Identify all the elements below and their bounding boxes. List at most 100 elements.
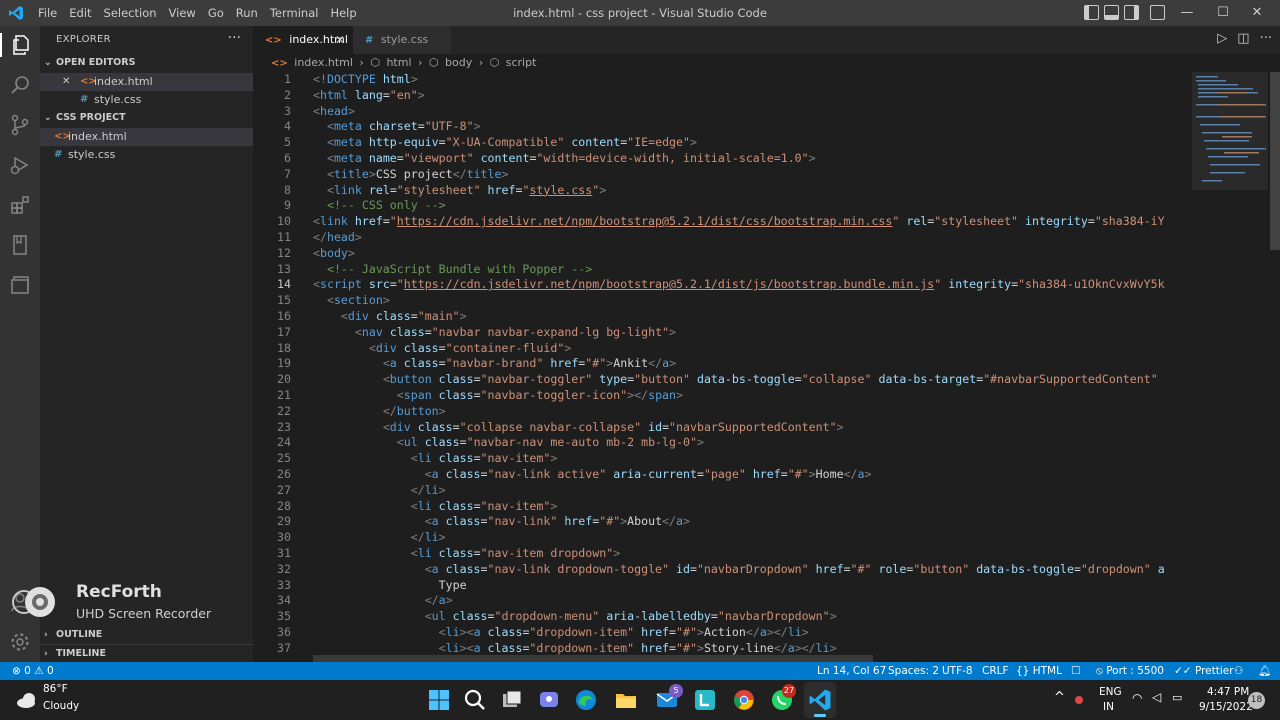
breadcrumb-body[interactable]: body: [445, 56, 472, 69]
code-line[interactable]: 21 <span class="navbar-toggler-icon"></s…: [253, 388, 1188, 404]
vscode-taskbar-button[interactable]: [804, 682, 836, 718]
timeline-header[interactable]: › TIMELINE: [40, 644, 253, 662]
recording-indicator-icon[interactable]: [1075, 696, 1083, 704]
indentation-status[interactable]: Spaces: 2: [888, 662, 939, 680]
code-line[interactable]: 26 <a class="nav-link active" aria-curre…: [253, 467, 1188, 483]
language-indicator-line1[interactable]: ENG: [1099, 686, 1122, 698]
weather-description[interactable]: Cloudy: [43, 700, 79, 712]
outline-header[interactable]: › OUTLINE: [40, 626, 253, 644]
cloudy-weather-icon[interactable]: [14, 688, 40, 712]
code-line[interactable]: 4 <meta charset="UTF-8">: [253, 119, 1188, 135]
tab-style-css[interactable]: # style.css: [353, 26, 451, 54]
clock-date[interactable]: 9/15/2022: [1199, 701, 1253, 713]
code-line[interactable]: 15 <section>: [253, 293, 1188, 309]
code-line[interactable]: 12 <body>: [253, 246, 1188, 262]
menu-file[interactable]: File: [32, 0, 63, 26]
code-line[interactable]: 27 </li>: [253, 483, 1188, 499]
edge-browser-icon[interactable]: [574, 688, 598, 712]
scrollbar-thumb[interactable]: [1270, 72, 1280, 250]
remote-explorer-activity[interactable]: [8, 273, 32, 297]
code-line[interactable]: 11 </head>: [253, 230, 1188, 246]
weather-temperature[interactable]: 86°F: [43, 683, 68, 695]
menu-help[interactable]: Help: [324, 0, 362, 26]
show-hidden-icons-chevron-up-icon[interactable]: ^: [1054, 690, 1065, 705]
menu-run[interactable]: Run: [230, 0, 264, 26]
code-line[interactable]: 2 <html lang="en">: [253, 88, 1188, 104]
bookmarks-activity[interactable]: [8, 233, 32, 257]
code-line[interactable]: 30 </li>: [253, 530, 1188, 546]
code-line[interactable]: 35 <ul class="dropdown-menu" aria-labell…: [253, 609, 1188, 625]
teams-chat-icon[interactable]: [537, 688, 561, 712]
menu-terminal[interactable]: Terminal: [264, 0, 325, 26]
language-status[interactable]: {} HTML: [1016, 662, 1062, 680]
more-actions-icon[interactable]: ···: [1260, 31, 1272, 46]
toggle-secondary-sidebar-icon[interactable]: [1124, 5, 1139, 20]
taskbar-search-icon[interactable]: [463, 688, 487, 712]
breadcrumb-html[interactable]: html: [386, 56, 411, 69]
open-editor-item[interactable]: ✕ <> index.html: [40, 73, 253, 91]
code-line[interactable]: 18 <div class="container-fluid">: [253, 341, 1188, 357]
code-line[interactable]: 17 <nav class="navbar navbar-expand-lg b…: [253, 325, 1188, 341]
code-line[interactable]: 13 <!-- JavaScript Bundle with Popper --…: [253, 262, 1188, 278]
close-window-button[interactable]: ✕: [1234, 0, 1280, 26]
code-line[interactable]: 34 </a>: [253, 593, 1188, 609]
notifications-bell-icon[interactable]: 🔔︎: [1258, 662, 1271, 680]
code-line[interactable]: 33 Type: [253, 578, 1188, 594]
code-line[interactable]: 23 <div class="collapse navbar-collapse"…: [253, 420, 1188, 436]
chrome-browser-icon[interactable]: [732, 688, 756, 712]
ledger-app-icon[interactable]: [693, 688, 717, 712]
explorer-more-actions[interactable]: ···: [228, 30, 241, 46]
notification-center-badge[interactable]: 18: [1248, 692, 1265, 709]
problems-status[interactable]: ⊗ 0 ⚠ 0: [12, 662, 54, 680]
code-line[interactable]: 36 <li><a class="dropdown-item" href="#"…: [253, 625, 1188, 641]
volume-icon[interactable]: ◁: [1152, 690, 1161, 704]
vscode-logo-icon[interactable]: [8, 5, 24, 21]
file-explorer-icon[interactable]: [614, 688, 638, 712]
file-tree-item[interactable]: # style.css: [40, 146, 253, 164]
code-line[interactable]: 22 </button>: [253, 404, 1188, 420]
split-editor-icon[interactable]: ◫: [1237, 31, 1249, 46]
code-line[interactable]: 29 <a class="nav-link" href="#">About</a…: [253, 514, 1188, 530]
code-line[interactable]: 28 <li class="nav-item">: [253, 499, 1188, 515]
code-line[interactable]: 20 <button class="navbar-toggler" type="…: [253, 372, 1188, 388]
prettier-status[interactable]: ✓✓ Prettier: [1174, 662, 1234, 680]
menu-edit[interactable]: Edit: [63, 0, 97, 26]
cursor-position[interactable]: Ln 14, Col 67: [817, 662, 886, 680]
explorer-activity[interactable]: [0, 33, 40, 57]
code-line[interactable]: 24 <ul class="navbar-nav me-auto mb-2 mb…: [253, 435, 1188, 451]
code-line[interactable]: 19 <a class="navbar-brand" href="#">Anki…: [253, 356, 1188, 372]
search-activity[interactable]: [8, 73, 32, 97]
code-line[interactable]: 16 <div class="main">: [253, 309, 1188, 325]
feedback-icon[interactable]: ☐: [1071, 662, 1080, 680]
close-tab-icon[interactable]: ✕: [335, 26, 345, 54]
windows-start-icon[interactable]: [427, 688, 451, 712]
menu-selection[interactable]: Selection: [98, 0, 163, 26]
code-line[interactable]: 32 <a class="nav-link dropdown-toggle" i…: [253, 562, 1188, 578]
project-folder-header[interactable]: ⌄ CSS PROJECT: [40, 109, 253, 127]
source-control-activity[interactable]: [8, 113, 32, 137]
minimap[interactable]: [1188, 72, 1268, 662]
menu-go[interactable]: Go: [202, 0, 230, 26]
task-view-icon[interactable]: [500, 688, 524, 712]
code-line[interactable]: 25 <li class="nav-item">: [253, 451, 1188, 467]
live-server-status[interactable]: ⦸ Port : 5500: [1096, 662, 1164, 680]
encoding-status[interactable]: UTF-8: [942, 662, 973, 680]
battery-icon[interactable]: ▭: [1172, 691, 1182, 704]
code-line[interactable]: 6 <meta name="viewport" content="width=d…: [253, 151, 1188, 167]
code-line[interactable]: 7 <title>CSS project</title>: [253, 167, 1188, 183]
run-icon[interactable]: ▷: [1217, 31, 1227, 46]
tab-index-html[interactable]: <> index.html ✕: [253, 26, 353, 54]
code-line[interactable]: 31 <li class="nav-item dropdown">: [253, 546, 1188, 562]
code-line[interactable]: 8 <link rel="stylesheet" href="style.css…: [253, 183, 1188, 199]
language-indicator-line2[interactable]: IN: [1103, 701, 1114, 713]
code-line[interactable]: 9 <!-- CSS only -->: [253, 198, 1188, 214]
close-icon[interactable]: ✕: [62, 73, 70, 91]
toggle-panel-icon[interactable]: [1104, 5, 1119, 20]
open-editor-item[interactable]: # style.css: [40, 91, 253, 109]
code-editor[interactable]: 1 <!DOCTYPE html> 2 <html lang="en"> 3 <head>…: [253, 72, 1188, 662]
menu-view[interactable]: View: [163, 0, 202, 26]
clock-time[interactable]: 4:47 PM: [1207, 686, 1249, 698]
code-line[interactable]: 1 <!DOCTYPE html>: [253, 72, 1188, 88]
code-line[interactable]: 5 <meta http-equiv="X-UA-Compatible" con…: [253, 135, 1188, 151]
wifi-icon[interactable]: ◠: [1132, 691, 1142, 705]
